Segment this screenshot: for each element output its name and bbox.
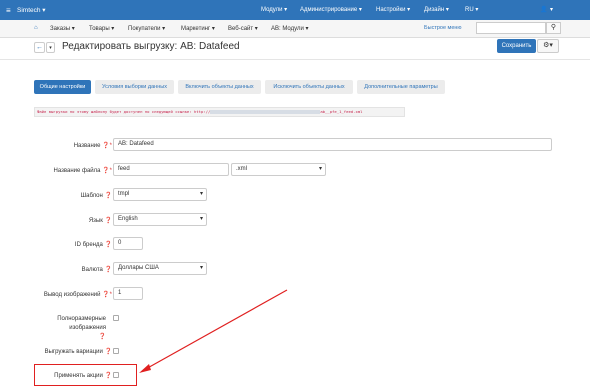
- annotation-arrow: [139, 289, 288, 373]
